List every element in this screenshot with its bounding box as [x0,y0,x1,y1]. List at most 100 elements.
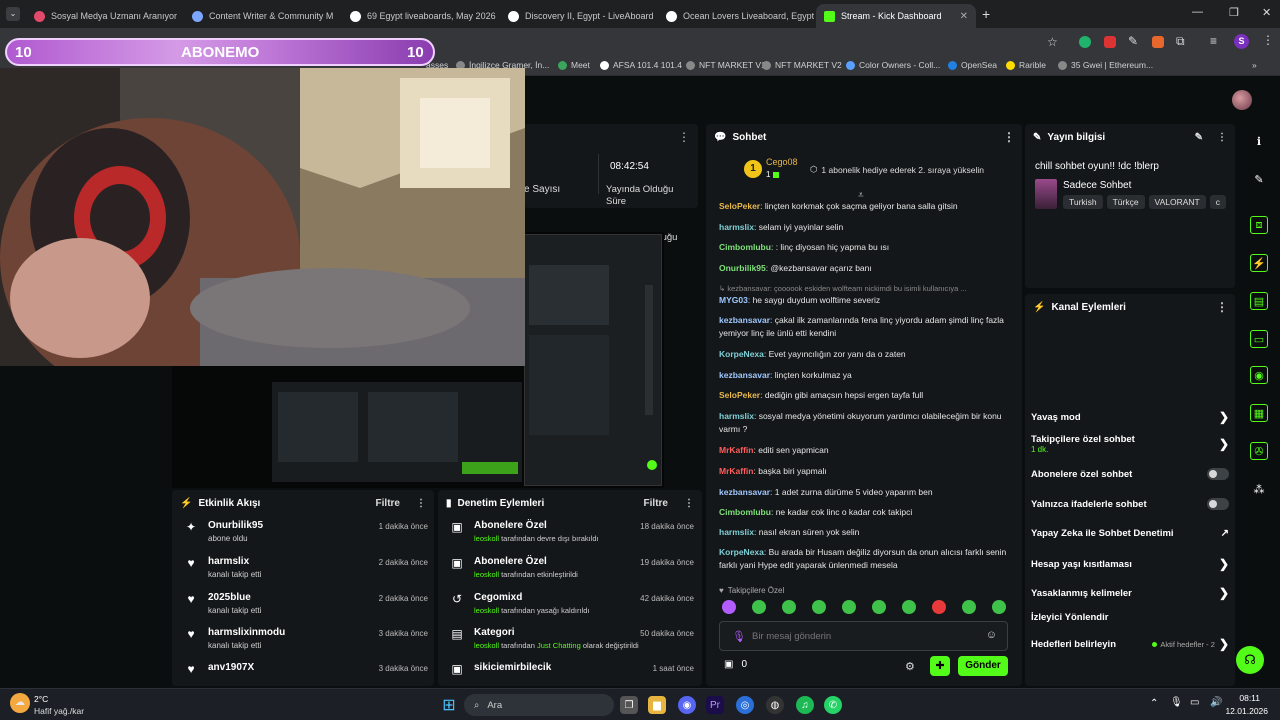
emote-icon[interactable] [782,600,796,614]
stream-tag[interactable]: VALORANT [1148,195,1206,209]
crop-icon[interactable]: ⧈ [1250,216,1268,234]
kick-icon[interactable]: ✚ [930,656,950,676]
more-options-icon[interactable]: ⋮ [1217,132,1227,143]
emote-icon[interactable] [932,600,946,614]
network-icon[interactable]: ▭ [1190,697,1199,708]
chat-rail-icon[interactable]: ▭ [1250,330,1268,348]
channel-action-item[interactable]: İzleyici Yönlendir [1031,612,1229,623]
apps-icon[interactable]: ⁂ [1250,480,1268,498]
chat-message[interactable]: kezbansavar: çakal ilk zamanlarında fena… [719,314,1009,340]
chat-message[interactable]: kezbansavar: 1 adet zurna dürüme 5 video… [719,486,1009,499]
chat-username[interactable]: kezbansavar [719,370,770,380]
chevron-right-icon[interactable]: ❯ [1219,586,1229,600]
new-tab-icon[interactable]: + [982,6,990,22]
chat-username[interactable]: harmslix [719,222,754,232]
emote-icon[interactable] [722,600,736,614]
chat-username[interactable]: KorpeNexa [719,547,764,557]
moderator-name[interactable]: leoskoll [474,534,499,543]
moderation-item[interactable]: ▣ Abonelere Özel leoskoll tarafından etkin… [450,556,694,579]
clock-date[interactable]: 12.01.2026 [1216,706,1268,716]
weather-temp[interactable]: 2°C [34,694,48,704]
discord-icon[interactable]: ◉ [678,696,696,714]
chat-message[interactable]: kezbansavar: linçten korkulmaz ya [719,369,1009,382]
emote-icon[interactable] [962,600,976,614]
chat-username[interactable]: harmslix [719,411,754,421]
chevron-right-icon[interactable]: ❯ [1219,410,1229,424]
gift-prompt[interactable]: ⬡ 1 abonelik hediye ederek 2. sıraya yüks… [810,164,984,175]
windows-start-icon[interactable]: ⊞ [440,696,458,714]
taskbar-search[interactable]: ⌕ Ara [464,694,614,716]
obs-icon[interactable]: ◍ [766,696,784,714]
profile-avatar[interactable]: S [1234,34,1249,49]
channel-action-item[interactable]: Takipçilere özel sohbet 1 dk. ❯ [1031,434,1229,454]
chat-username[interactable]: MYG03 [719,295,748,305]
chevron-right-icon[interactable]: ❯ [1219,557,1229,571]
channel-action-item[interactable]: Yalnızca ifadelerle sohbet [1031,498,1229,510]
stream-tag[interactable]: Turkish [1063,195,1103,209]
minimize-icon[interactable]: — [1192,6,1203,18]
microphone-tray-icon[interactable]: 🎙 [1170,697,1183,708]
user-avatar[interactable] [1232,90,1252,110]
chat-username[interactable]: kezbansavar [719,487,770,497]
file-explorer-icon[interactable]: ▆ [648,696,666,714]
moderation-item[interactable]: ↺ Cegomixd leoskoll tarafından yasağı kald… [450,592,694,615]
toggle-switch[interactable] [1207,468,1229,480]
extension-icon[interactable] [1104,36,1116,48]
pencil-icon[interactable]: ✎ [1250,170,1268,188]
extension-icon[interactable] [1079,36,1091,48]
tab-search-icon[interactable]: ⌄ [6,7,20,21]
tab-5[interactable]: Ocean Lovers Liveaboard, Egypt✕ [658,4,814,28]
activity-username[interactable]: anv1907X [208,662,254,673]
activity-username[interactable]: 2025blue [208,592,261,603]
tray-chevron-icon[interactable]: ⌃ [1150,698,1158,709]
activity-item[interactable]: ✦ Onurbilik95 abone oldu 1 dakika önce [184,520,428,543]
puzzle-icon[interactable]: ⧉ [1176,34,1185,49]
tab-1[interactable]: Sosyal Medya Uzmanı Aranıyor✕ [26,4,182,28]
chat-message[interactable]: Cimbomlubu: : linç diyosan hiç yapma bu … [719,241,1009,254]
info-circle-icon[interactable]: ℹ [1250,132,1268,150]
more-options-icon[interactable]: ⋮ [678,130,690,144]
bookmark-star-icon[interactable]: ☆ [1047,35,1058,49]
bookmark-item[interactable]: NFT MARKET V2 [762,60,842,70]
stream-tag[interactable]: c [1209,195,1226,209]
extension-icon[interactable] [1152,36,1164,48]
bookmark-item[interactable]: NFT MARKET V1 [686,60,766,70]
edit-pencil-icon[interactable]: ✎ [1195,132,1203,143]
tab-3[interactable]: 69 Egypt liveaboards, May 2026 ✕ [342,4,498,28]
chat-message[interactable]: harmslix: selam iyi yayinlar selin [719,221,1009,234]
chat-message[interactable]: harmslix: nasıl ekran süren yok selin [719,526,1009,539]
more-options-icon[interactable]: ⋮ [1003,130,1015,144]
channel-action-item[interactable]: Yasaklanmış kelimeler ❯ [1031,586,1229,600]
moderator-name[interactable]: leoskoll [474,606,499,615]
stream-tag[interactable]: Türkçe [1106,195,1145,209]
moderation-filter-button[interactable]: Filtre [644,498,668,509]
moderation-item[interactable]: ▣ sikiciemirbilecik 1 saat önce [450,662,694,676]
bookmark-item[interactable]: Meet [558,60,590,70]
chat-username[interactable]: kezbansavar [719,315,770,325]
more-options-icon[interactable]: ⋮ [684,498,694,509]
close-icon[interactable]: ✕ [960,11,968,22]
media-icon[interactable]: ≡ [1210,34,1217,48]
channel-action-item[interactable]: Yavaş mod ❯ [1031,410,1229,424]
wrench-icon[interactable]: ✇ [1250,442,1268,460]
pen-icon[interactable]: ✎ [1128,34,1138,48]
more-options-icon[interactable]: ⋮ [1216,300,1228,314]
more-bookmarks-icon[interactable]: » [1252,60,1257,70]
weather-icon[interactable]: ☁ [10,693,30,713]
settings-gear-icon[interactable]: ⚙ [905,660,915,673]
emote-icon[interactable] [992,600,1006,614]
send-button[interactable]: Gönder [958,656,1008,676]
activity-filter-button[interactable]: Filtre [376,498,400,509]
chat-username[interactable]: MrKaffin [719,445,753,455]
chat-message-input[interactable] [752,628,972,644]
channel-action-item[interactable]: Hesap yaşı kısıtlaması ❯ [1031,557,1229,571]
emoji-icon[interactable]: ☺ [986,629,997,641]
chat-message[interactable]: MYG03: he saygı duydum wolftime severiz [719,294,1009,307]
microphone-icon[interactable]: 🎙 [732,630,746,643]
moderator-name[interactable]: leoskoll [474,641,499,650]
activity-item[interactable]: ♥ anv1907X 3 dakika önce [184,662,428,676]
bookmark-item[interactable]: Color Owners - Coll... [846,60,940,70]
chat-message[interactable]: SeloPeker: dediğin gibi amaçsın hepsi er… [719,389,1009,402]
channel-action-item[interactable]: Yapay Zeka ile Sohbet Denetimi ↗ [1031,528,1229,539]
chat-username[interactable]: SeloPeker [719,201,760,211]
